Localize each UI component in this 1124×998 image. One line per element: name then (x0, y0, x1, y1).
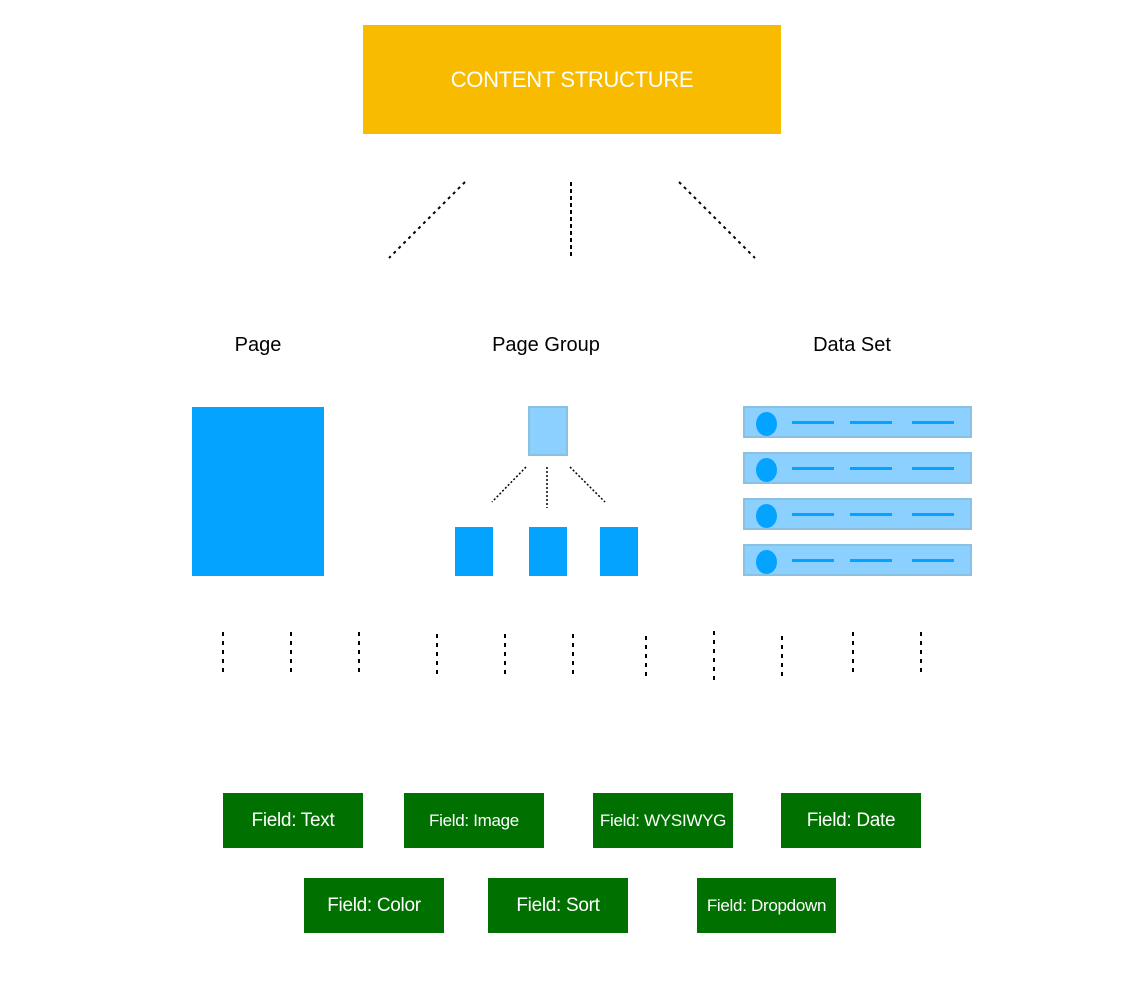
page-label: Page (234, 334, 282, 356)
row-dash-icon (912, 467, 954, 470)
row-dash-icon (850, 559, 892, 562)
page-icon (192, 407, 324, 576)
row-dash-icon (912, 421, 954, 424)
page-group-child-icon (600, 527, 638, 576)
row-dot-icon (756, 504, 777, 528)
field-image-box: Field: Image (404, 793, 544, 848)
content-structure-root: CONTENT STRUCTURE (363, 25, 781, 134)
field-wysiwyg-box: Field: WYSIWYG (593, 793, 733, 848)
row-dash-icon (912, 513, 954, 516)
data-set-row-icon (743, 544, 972, 576)
connector-group-child-right (569, 466, 606, 503)
field-text-box: Field: Text (223, 793, 363, 848)
row-dash-icon (792, 513, 834, 516)
connector-root-to-page (388, 181, 466, 259)
connector-root-to-data-set (678, 181, 756, 259)
row-dash-icon (850, 513, 892, 516)
data-set-label: Data Set (813, 334, 891, 356)
field-dropdown-box: Field: Dropdown (697, 878, 836, 933)
page-group-child-icon (455, 527, 493, 576)
field-sort-box: Field: Sort (488, 878, 628, 933)
data-set-row-icon (743, 452, 972, 484)
connector-group-child-left (491, 466, 527, 503)
row-dash-icon (792, 467, 834, 470)
row-dot-icon (756, 458, 777, 482)
row-dash-icon (912, 559, 954, 562)
row-dot-icon (756, 412, 777, 436)
row-dash-icon (850, 467, 892, 470)
row-dash-icon (792, 421, 834, 424)
field-connectors (222, 631, 922, 680)
row-dash-icon (850, 421, 892, 424)
data-set-row-icon (743, 498, 972, 530)
root-label: CONTENT STRUCTURE (450, 66, 694, 92)
page-group-parent-icon (528, 406, 568, 456)
field-date-box: Field: Date (781, 793, 921, 848)
page-group-label: Page Group (492, 334, 600, 356)
page-group-child-icon (529, 527, 567, 576)
row-dash-icon (792, 559, 834, 562)
field-color-box: Field: Color (304, 878, 444, 933)
data-set-row-icon (743, 406, 972, 438)
row-dot-icon (756, 550, 777, 574)
